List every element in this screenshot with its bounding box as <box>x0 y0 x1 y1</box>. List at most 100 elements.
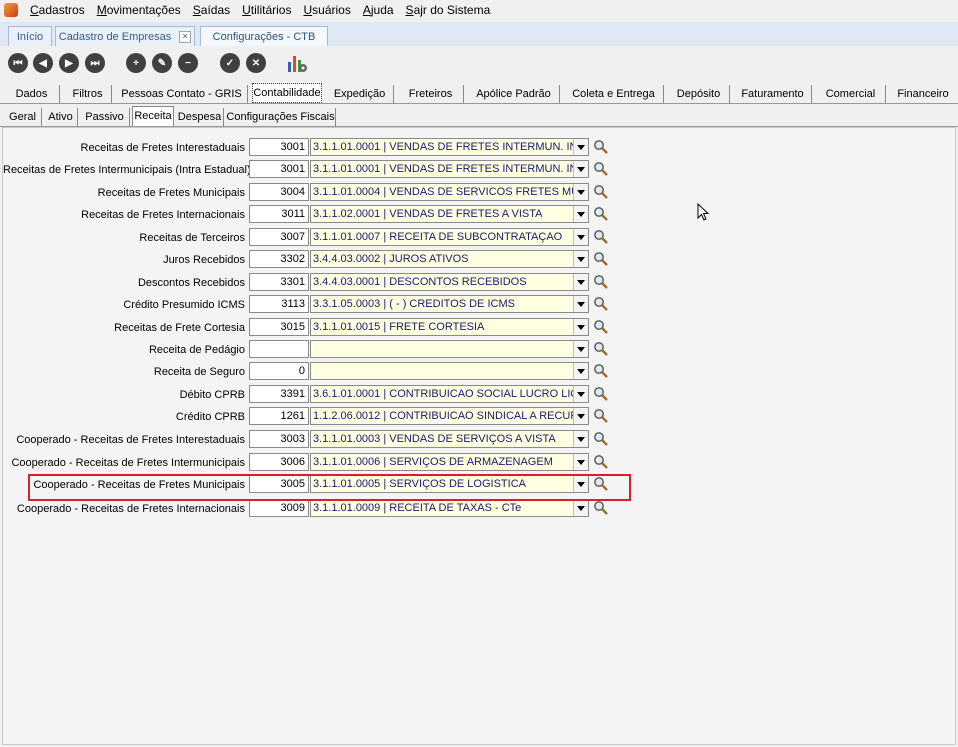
tab-deposito[interactable]: Depósito <box>668 85 730 103</box>
next-record-button[interactable]: ▶ <box>59 53 79 73</box>
account-select[interactable]: 3.1.1.01.0015 | FRETE CORTESIA <box>310 318 589 336</box>
chevron-down-icon[interactable] <box>573 500 588 516</box>
last-record-button[interactable]: ⏭ <box>85 53 105 73</box>
account-select[interactable]: 3.1.1.02.0001 | VENDAS DE FRETES A VISTA <box>310 205 589 223</box>
account-code-input[interactable]: 3003 <box>249 430 309 448</box>
account-code-input[interactable]: 3301 <box>249 273 309 291</box>
account-code-input[interactable]: 3009 <box>249 499 309 517</box>
menu-utilitarios[interactable]: Utilitários <box>236 0 297 20</box>
subtab-passivo[interactable]: Passivo <box>80 108 130 126</box>
tab-faturamento[interactable]: Faturamento <box>734 85 812 103</box>
chevron-down-icon[interactable] <box>573 139 588 155</box>
search-icon[interactable] <box>593 161 609 177</box>
account-select[interactable]: 3.1.1.01.0003 | VENDAS DE SERVIÇOS A VIS… <box>310 430 589 448</box>
search-icon[interactable] <box>593 274 609 290</box>
subtab-configuracoes-fiscais[interactable]: Configurações Fiscais <box>226 108 336 126</box>
menu-ajuda[interactable]: Ajuda <box>357 0 400 20</box>
search-icon[interactable] <box>593 319 609 335</box>
chevron-down-icon[interactable] <box>573 319 588 335</box>
account-code-input[interactable]: 0 <box>249 362 309 380</box>
add-button[interactable]: + <box>126 53 146 73</box>
account-code-input[interactable]: 3391 <box>249 385 309 403</box>
account-select[interactable]: 3.4.4.03.0002 | JUROS ATIVOS <box>310 250 589 268</box>
account-select[interactable]: 1.1.2.06.0012 | CONTRIBUICAO SINDICAL A … <box>310 407 589 425</box>
chevron-down-icon[interactable] <box>573 341 588 357</box>
search-icon[interactable] <box>593 408 609 424</box>
tab-apolice-padrao[interactable]: Apólice Padrão <box>468 85 560 103</box>
account-select[interactable]: 3.1.1.01.0007 | RECEITA DE SUBCONTRATAÇA… <box>310 228 589 246</box>
chevron-down-icon[interactable] <box>573 363 588 379</box>
search-icon[interactable] <box>593 500 609 516</box>
account-select[interactable]: 3.4.4.03.0001 | DESCONTOS RECEBIDOS <box>310 273 589 291</box>
chevron-down-icon[interactable] <box>573 206 588 222</box>
account-code-input[interactable]: 3006 <box>249 453 309 471</box>
account-select[interactable]: 3.1.1.01.0009 | RECEITA DE TAXAS - CTe <box>310 499 589 517</box>
report-chart-icon[interactable] <box>286 52 308 74</box>
account-code-input[interactable]: 1261 <box>249 407 309 425</box>
chevron-down-icon[interactable] <box>573 386 588 402</box>
account-select[interactable]: 3.3.1.05.0003 | ( - ) CREDITOS DE ICMS <box>310 295 589 313</box>
doc-tab-configuracoes-ctb[interactable]: Configurações - CTB <box>200 26 328 46</box>
account-select[interactable] <box>310 340 589 358</box>
tab-pessoas-contato[interactable]: Pessoas Contato - GRIS <box>116 85 248 103</box>
search-icon[interactable] <box>593 386 609 402</box>
tab-comercial[interactable]: Comercial <box>816 85 886 103</box>
chevron-down-icon[interactable] <box>573 274 588 290</box>
account-code-input[interactable]: 3007 <box>249 228 309 246</box>
cancel-button[interactable]: ✕ <box>246 53 266 73</box>
search-icon[interactable] <box>593 431 609 447</box>
account-select[interactable]: 3.1.1.01.0001 | VENDAS DE FRETES INTERMU… <box>310 160 589 178</box>
chevron-down-icon[interactable] <box>573 408 588 424</box>
account-select[interactable] <box>310 362 589 380</box>
tab-filtros[interactable]: Filtros <box>64 85 112 103</box>
edit-button[interactable]: ✎ <box>152 53 172 73</box>
search-icon[interactable] <box>593 206 609 222</box>
account-code-input[interactable]: 3113 <box>249 295 309 313</box>
search-icon[interactable] <box>593 296 609 312</box>
search-icon[interactable] <box>593 363 609 379</box>
doc-tab-cadastro-empresas[interactable]: Cadastro de Empresas ✕ <box>55 26 195 46</box>
account-code-input[interactable]: 3302 <box>249 250 309 268</box>
confirm-button[interactable]: ✓ <box>220 53 240 73</box>
account-code-input[interactable]: 3015 <box>249 318 309 336</box>
account-code-input[interactable]: 3011 <box>249 205 309 223</box>
subtab-despesa[interactable]: Despesa <box>176 108 224 126</box>
tab-freteiros[interactable]: Freteiros <box>398 85 464 103</box>
chevron-down-icon[interactable] <box>573 161 588 177</box>
search-icon[interactable] <box>593 139 609 155</box>
tab-contabilidade[interactable]: Contabilidade <box>252 83 322 103</box>
menu-usuarios[interactable]: Usuários <box>297 0 356 20</box>
search-icon[interactable] <box>593 251 609 267</box>
tab-financeiro[interactable]: Financeiro <box>890 85 956 103</box>
account-select[interactable]: 3.6.1.01.0001 | CONTRIBUICAO SOCIAL LUCR… <box>310 385 589 403</box>
chevron-down-icon[interactable] <box>573 229 588 245</box>
account-select[interactable]: 3.1.1.01.0001 | VENDAS DE FRETES INTERMU… <box>310 138 589 156</box>
menu-sair[interactable]: Sajr do Sistema <box>400 0 497 20</box>
chevron-down-icon[interactable] <box>573 184 588 200</box>
close-icon[interactable]: ✕ <box>179 30 192 43</box>
search-icon[interactable] <box>593 184 609 200</box>
menu-movimentacoes[interactable]: Movimentações <box>91 0 187 20</box>
subtab-geral[interactable]: Geral <box>4 108 42 126</box>
search-icon[interactable] <box>593 229 609 245</box>
tab-coleta-entrega[interactable]: Coleta e Entrega <box>564 85 664 103</box>
account-code-input[interactable]: 3001 <box>249 160 309 178</box>
menu-cadastros[interactable]: Cadastros <box>24 0 91 20</box>
account-select[interactable]: 3.1.1.01.0004 | VENDAS DE SERVICOS FRETE… <box>310 183 589 201</box>
account-code-input[interactable]: 3004 <box>249 183 309 201</box>
tab-expedicao[interactable]: Expedição <box>326 85 394 103</box>
chevron-down-icon[interactable] <box>573 251 588 267</box>
chevron-down-icon[interactable] <box>573 431 588 447</box>
account-select[interactable]: 3.1.1.01.0006 | SERVIÇOS DE ARMAZENAGEM <box>310 453 589 471</box>
previous-record-button[interactable]: ◀ <box>33 53 53 73</box>
account-code-input[interactable]: 3001 <box>249 138 309 156</box>
first-record-button[interactable]: ⏮ <box>8 53 28 73</box>
search-icon[interactable] <box>593 341 609 357</box>
subtab-receita[interactable]: Receita <box>132 106 174 126</box>
chevron-down-icon[interactable] <box>573 296 588 312</box>
search-icon[interactable] <box>593 454 609 470</box>
account-code-input[interactable] <box>249 340 309 358</box>
remove-button[interactable]: − <box>178 53 198 73</box>
chevron-down-icon[interactable] <box>573 454 588 470</box>
tab-dados[interactable]: Dados <box>4 85 60 103</box>
